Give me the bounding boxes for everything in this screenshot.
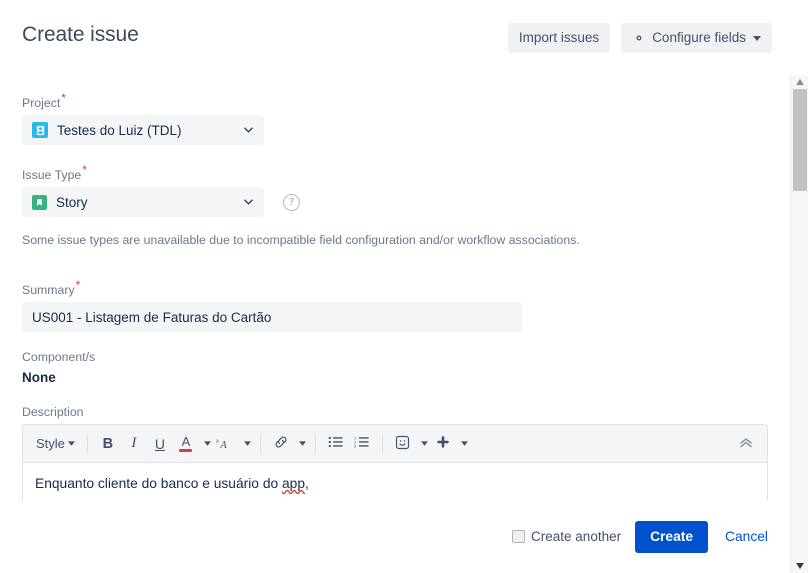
dialog-footer: Create another Create Cancel — [0, 500, 790, 573]
create-another-label: Create another — [531, 529, 622, 544]
configure-fields-label: Configure fields — [652, 30, 746, 45]
help-circle-icon[interactable]: ? — [283, 193, 300, 211]
field-summary: Summary* — [22, 278, 768, 333]
issue-type-value: Story — [56, 194, 88, 210]
bullet-list-button[interactable] — [323, 431, 349, 457]
field-description: Description Style B I U A a A 1 2 3 Enqu… — [22, 404, 768, 500]
field-issue-type: Issue Type* Story ? — [22, 163, 768, 218]
svg-text:a: a — [216, 439, 219, 445]
components-label: Component/s — [22, 350, 96, 365]
header-actions: Import issues Configure fields — [507, 23, 772, 53]
link-button[interactable] — [268, 431, 294, 457]
issue-type-row: Story ? — [22, 187, 768, 218]
toolbar-divider — [86, 432, 88, 455]
link-caret[interactable] — [294, 431, 308, 457]
create-issue-dialog: Create issue Import issues Configure fie… — [0, 0, 808, 573]
emoji-caret[interactable] — [416, 431, 430, 457]
toolbar-divider — [314, 432, 316, 455]
text-color-button[interactable]: A — [173, 431, 199, 457]
chevron-up-icon — [739, 435, 753, 453]
story-bookmark-icon — [32, 194, 47, 210]
header-right-gutter — [790, 0, 808, 75]
insert-more-button[interactable] — [430, 431, 456, 457]
project-value: Testes do Luiz (TDL) — [57, 122, 182, 138]
issue-type-select[interactable]: Story — [22, 187, 264, 218]
required-marker: * — [61, 91, 66, 105]
italic-glyph: I — [131, 435, 137, 452]
style-label: Style — [36, 436, 65, 452]
checkbox-box — [512, 530, 526, 543]
description-editor: Style B I U A a A 1 2 3 Enquanto cliente… — [22, 424, 768, 500]
scroll-up-arrow-icon[interactable] — [791, 75, 808, 89]
collapse-toolbar-button[interactable] — [733, 431, 759, 457]
required-marker: * — [82, 163, 87, 178]
scroll-down-arrow-icon[interactable] — [791, 559, 808, 573]
text-color-swatch — [179, 449, 193, 453]
create-another-checkbox[interactable]: Create another — [512, 529, 621, 544]
chevron-down-icon — [420, 441, 428, 446]
chevron-down-icon — [460, 441, 468, 446]
required-marker: * — [75, 278, 81, 293]
text-style-more-caret[interactable] — [239, 431, 253, 457]
toolbar-divider — [381, 432, 383, 455]
dialog-header: Create issue Import issues Configure fie… — [0, 0, 790, 75]
description-label: Description — [22, 405, 84, 420]
description-textarea[interactable]: Enquanto cliente do banco e usuário do a… — [23, 463, 767, 500]
text-color-caret[interactable] — [199, 431, 213, 457]
project-label: Project* — [22, 91, 66, 111]
chevron-down-icon — [242, 196, 254, 208]
emoji-icon — [395, 435, 410, 453]
chevron-down-icon — [753, 35, 761, 41]
misspelled-word: app — [282, 476, 306, 492]
chevron-down-icon — [243, 441, 251, 446]
chevron-down-icon — [298, 441, 306, 446]
numbered-list-icon: 1 2 3 — [354, 435, 370, 452]
emoji-button[interactable] — [390, 431, 416, 457]
description-line-1: Enquanto cliente do banco e usuário do a… — [35, 473, 755, 495]
help-glyph: ? — [289, 196, 294, 209]
issue-type-label: Issue Type* — [22, 163, 87, 183]
bullet-list-icon — [328, 435, 344, 452]
bold-glyph: B — [102, 435, 114, 452]
font-size-icon: a A — [216, 439, 228, 451]
description-line-1-tail: , — [305, 476, 309, 492]
project-avatar-icon — [32, 122, 48, 139]
field-components: Component/s None — [22, 349, 768, 387]
description-line-1-head: Enquanto cliente do banco e usuário do — [35, 476, 282, 492]
chevron-down-icon — [67, 441, 75, 446]
project-select[interactable]: Testes do Luiz (TDL) — [22, 115, 264, 146]
numbered-list-button[interactable]: 1 2 3 — [349, 431, 375, 457]
bold-button[interactable]: B — [95, 431, 121, 457]
page-title: Create issue — [22, 23, 139, 46]
scroll-thumb[interactable] — [793, 89, 807, 191]
text-style-more-button[interactable]: a A — [213, 431, 239, 457]
svg-text:A: A — [220, 440, 228, 451]
plus-icon — [436, 435, 450, 452]
components-value: None — [22, 370, 56, 386]
gear-icon — [632, 31, 646, 45]
insert-more-caret[interactable] — [456, 431, 470, 457]
configure-fields-button[interactable]: Configure fields — [621, 23, 772, 53]
chevron-down-icon — [242, 124, 254, 136]
field-project: Project* Testes do Luiz (TDL) — [22, 91, 768, 146]
create-button[interactable]: Create — [635, 520, 709, 553]
import-issues-button[interactable]: Import issues — [507, 23, 611, 53]
form-body: Project* Testes do Luiz (TDL) Issue Type… — [0, 75, 790, 500]
link-icon — [273, 434, 289, 453]
vertical-scrollbar[interactable] — [790, 75, 808, 573]
italic-button[interactable]: I — [121, 431, 147, 457]
toolbar-divider — [259, 432, 261, 455]
style-dropdown[interactable]: Style — [29, 431, 80, 457]
summary-input[interactable] — [22, 302, 522, 333]
summary-label: Summary* — [22, 278, 81, 298]
underline-button[interactable]: U — [147, 431, 173, 457]
cancel-link[interactable]: Cancel — [725, 529, 768, 544]
import-issues-label: Import issues — [518, 30, 600, 45]
chevron-down-icon — [203, 441, 211, 446]
svg-text:3: 3 — [354, 444, 356, 449]
underline-glyph: U — [154, 435, 165, 452]
issue-type-hint: Some issue types are unavailable due to … — [22, 233, 580, 248]
editor-toolbar: Style B I U A a A 1 2 3 — [23, 425, 767, 464]
text-color-glyph: A — [181, 434, 191, 450]
